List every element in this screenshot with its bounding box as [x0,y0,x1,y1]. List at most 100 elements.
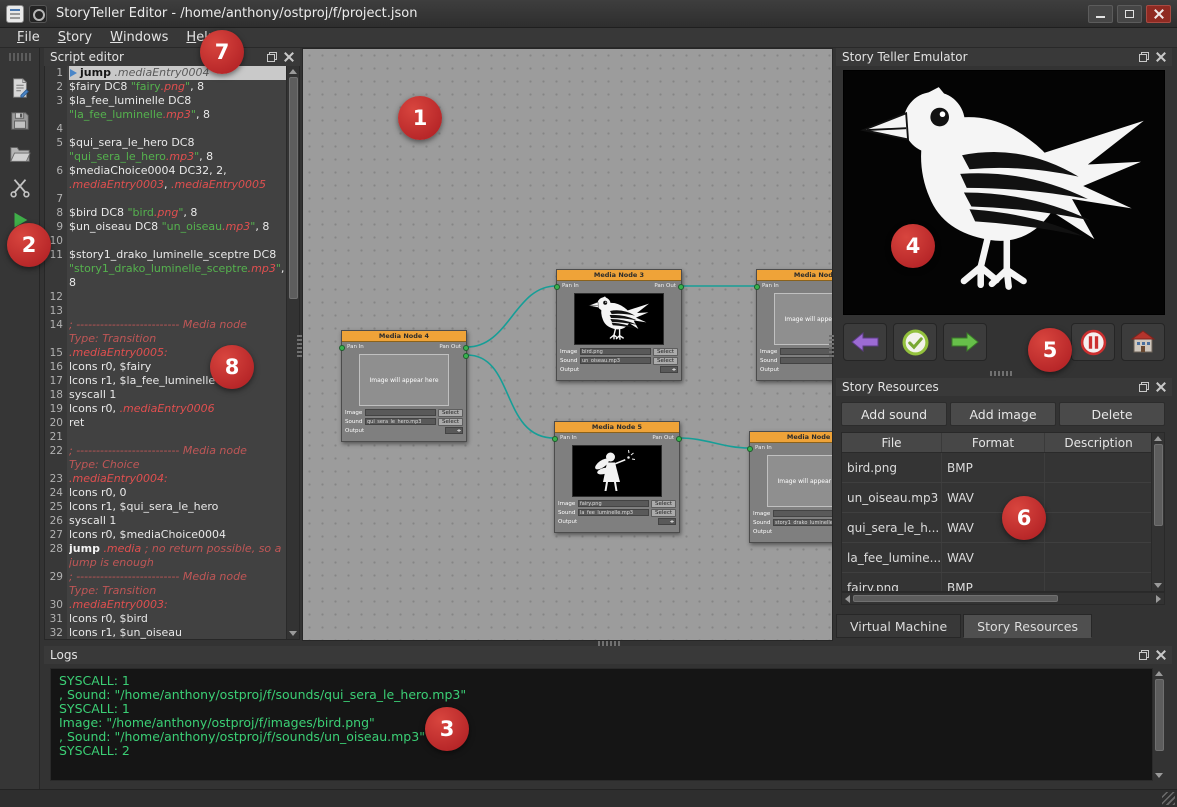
code-line[interactable]: jump is enough [69,556,286,570]
add-sound-button[interactable]: Add sound [841,402,947,426]
resource-row[interactable]: fairy.pngBMP [842,573,1164,592]
code-line[interactable]: Type: Transition [69,332,286,346]
next-button[interactable] [943,323,987,361]
code-line[interactable]: $story1_drako_luminelle_sceptre DC8 [69,248,286,262]
port-pan-in[interactable] [554,284,560,290]
scroll-thumb[interactable] [289,77,298,299]
menu-windows[interactable]: Windows [101,28,177,48]
code-line[interactable]: Type: Choice [69,458,286,472]
code-line[interactable]: $un_oiseau DC8 "un_oiseau.mp3", 8 [69,220,286,234]
port-pan-in[interactable] [754,284,760,290]
scroll-down-icon[interactable] [1154,583,1162,588]
code-line[interactable] [69,122,286,136]
output-stepper[interactable] [445,427,463,434]
column-header-file[interactable]: File [842,433,942,452]
back-button[interactable] [843,323,887,361]
splitter-handle[interactable] [829,333,834,357]
new-script-button[interactable] [5,73,35,103]
pause-button[interactable] [1071,323,1115,361]
code-line[interactable]: ; -------------------------- Media node [69,318,286,332]
home-button[interactable] [1121,323,1165,361]
code-line[interactable]: $qui_sera_le_hero DC8 [69,136,286,150]
port-pan-out-2[interactable] [463,353,469,359]
tab-story-resources[interactable]: Story Resources [963,614,1092,638]
scroll-up-icon[interactable] [289,69,297,74]
code-line[interactable]: $bird DC8 "bird.png", 8 [69,206,286,220]
validate-button[interactable] [893,323,937,361]
resource-row[interactable]: la_fee_lumine...WAV [842,543,1164,573]
close-button[interactable] [1146,5,1171,23]
output-stepper[interactable] [658,518,676,525]
port-pan-in[interactable] [747,446,753,452]
code-line[interactable]: lcons r1, $un_oiseau [69,626,286,639]
delete-button[interactable]: Delete [1059,402,1165,426]
tab-virtual-machine[interactable]: Virtual Machine [836,614,961,638]
select-sound-button[interactable]: Select [653,357,678,365]
code-line[interactable] [69,304,286,318]
menu-story[interactable]: Story [49,28,101,48]
select-image-button[interactable]: Select [651,500,676,508]
scroll-thumb[interactable] [1155,679,1164,751]
code-line[interactable]: lcons r0, $bird [69,612,286,626]
select-sound-button[interactable]: Select [651,509,676,517]
node-title[interactable]: Media Node 3 [557,270,681,281]
save-button[interactable] [5,106,35,136]
float-dock-icon[interactable] [1139,382,1149,392]
node-title[interactable]: Media Node 4 [342,331,466,342]
select-image-button[interactable]: Select [653,348,678,356]
minimize-button[interactable] [1088,5,1113,23]
media-node[interactable]: Media Node 2 Pan In Pan Out Image will a… [756,269,833,381]
port-pan-in[interactable] [552,436,558,442]
maximize-button[interactable] [1117,5,1142,23]
node-title[interactable]: Media Node 5 [555,422,679,433]
story-node-canvas[interactable]: Media Node 4 Pan In Pan Out Image will a… [302,48,833,641]
code-line[interactable]: lcons r0, $mediaChoice0004 [69,528,286,542]
node-title[interactable]: Media Node 6 [750,432,833,443]
column-header-description[interactable]: Description [1045,433,1153,452]
logs-titlebar[interactable]: Logs [44,646,1172,664]
toolbar-grip[interactable] [9,53,31,61]
scroll-thumb[interactable] [853,595,1058,602]
float-dock-icon[interactable] [267,52,277,62]
scroll-left-icon[interactable] [845,595,850,603]
code-line[interactable] [69,290,286,304]
code-line[interactable]: .mediaEntry0004: [69,472,286,486]
code-line[interactable]: .mediaEntry0003: [69,598,286,612]
scroll-up-icon[interactable] [1155,671,1163,676]
menu-file[interactable]: File [8,28,49,48]
splitter-handle[interactable] [297,333,302,357]
scroll-down-icon[interactable] [289,631,297,636]
logs-output[interactable]: SYSCALL: 1, Sound: "/home/anthony/ostpro… [50,668,1165,781]
table-scrollbar[interactable] [1151,433,1164,591]
code-line[interactable]: syscall 1 [69,514,286,528]
code-line[interactable]: "qui_sera_le_hero.mp3", 8 [69,150,286,164]
splitter-handle[interactable] [598,641,622,646]
code-line[interactable] [69,234,286,248]
scroll-thumb[interactable] [1154,444,1163,526]
float-dock-icon[interactable] [1139,650,1149,660]
scroll-down-icon[interactable] [1155,773,1163,778]
code-line[interactable]: ; -------------------------- Media node [69,444,286,458]
media-node[interactable]: Media Node 6 Pan In Pan Out Image will a… [749,431,833,543]
resize-grip[interactable] [1162,792,1175,805]
close-dock-icon[interactable] [284,52,294,62]
code-line[interactable]: 8 [69,276,286,290]
title-bar[interactable]: StoryTeller Editor - /home/anthony/ostpr… [0,0,1177,28]
select-image-button[interactable]: Select [438,409,463,417]
port-pan-out[interactable] [676,436,682,442]
cut-button[interactable] [5,172,35,202]
code-line[interactable]: lcons r0, .mediaEntry0006 [69,402,286,416]
code-line[interactable]: lcons r1, $la_fee_luminelle [69,374,286,388]
output-stepper[interactable] [660,366,678,373]
scroll-right-icon[interactable] [1156,595,1161,603]
logs-scrollbar[interactable] [1152,668,1165,781]
float-dock-icon[interactable] [1139,52,1149,62]
close-dock-icon[interactable] [1156,650,1166,660]
code-line[interactable]: ; -------------------------- Media node [69,570,286,584]
media-node[interactable]: Media Node 4 Pan In Pan Out Image will a… [341,330,467,442]
code-line[interactable]: $mediaChoice0004 DC32, 2, [69,164,286,178]
port-pan-in[interactable] [339,345,345,351]
emulator-titlebar[interactable]: Story Teller Emulator [836,48,1172,66]
port-pan-out[interactable] [678,284,684,290]
node-title[interactable]: Media Node 2 [757,270,833,281]
